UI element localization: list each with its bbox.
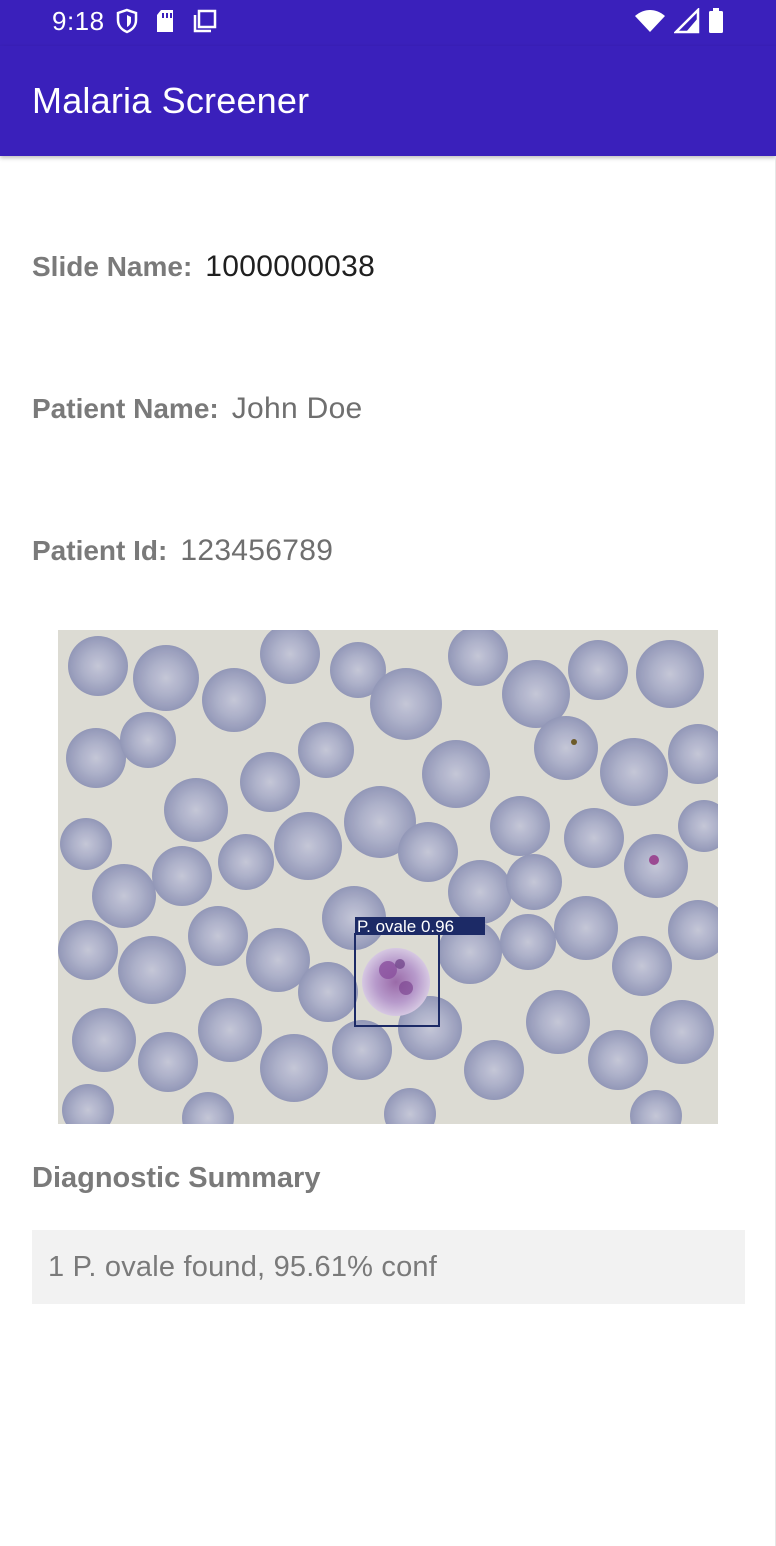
patient-name-label: Patient Name: [32,393,219,424]
patient-id-row: Patient Id: 123456789 [32,534,333,568]
summary-box: 1 P. ovale found, 95.61% conf [32,1230,745,1304]
patient-id-label: Patient Id: [32,535,168,566]
patient-name-value: John Doe [231,392,363,425]
infected-cell [362,948,430,1016]
app-bar: Malaria Screener [0,46,776,156]
status-left-icons [116,8,218,39]
sd-card-icon [154,8,176,39]
summary-text: 1 P. ovale found, 95.61% conf [48,1251,438,1283]
battery-icon [708,8,724,39]
status-time: 9:18 [52,6,105,36]
slide-name-value: 1000000038 [205,250,376,283]
result-content: Slide Name: 1000000038 Patient Name: Joh… [0,156,776,1546]
wifi-icon [634,8,666,39]
slide-name-label: Slide Name: [32,251,193,282]
patient-id-value: 123456789 [180,534,334,567]
detection-label: P. ovale 0.96 [357,917,454,936]
blood-smear-image: P. ovale 0.96 [58,630,718,1124]
status-right-icons [634,6,724,39]
copy-stack-icon [192,8,218,39]
cell-signal-icon [672,6,700,39]
summary-heading: Diagnostic Summary [32,1162,321,1194]
app-title: Malaria Screener [32,80,310,121]
status-bar: 9:18 [0,0,776,46]
slide-name-row: Slide Name: 1000000038 [32,250,375,284]
vpn-shield-icon [116,8,138,39]
patient-name-row: Patient Name: John Doe [32,392,363,426]
